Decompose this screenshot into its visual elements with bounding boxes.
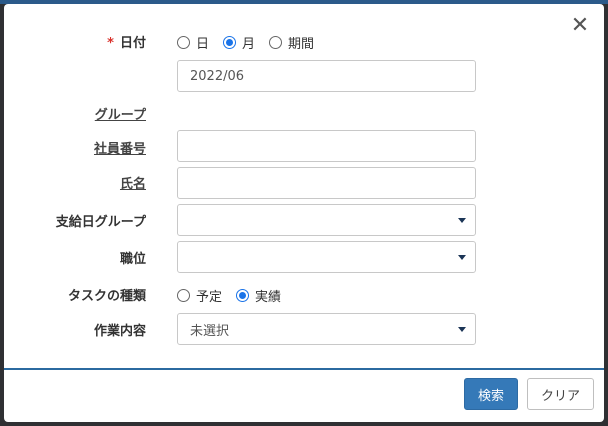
- position-select[interactable]: [177, 241, 476, 273]
- radio-period[interactable]: 期間: [269, 33, 314, 52]
- date-value: 2022/06: [190, 68, 245, 84]
- footer-divider: [4, 368, 604, 370]
- name-link[interactable]: 氏名: [120, 173, 146, 192]
- radio-plan-circle[interactable]: [177, 289, 190, 302]
- date-label-text: 日付: [119, 36, 146, 51]
- date-label: * 日付: [107, 32, 146, 51]
- radio-period-label: 期間: [288, 37, 315, 52]
- pay-group-select[interactable]: [177, 204, 476, 236]
- radio-actual-circle[interactable]: [236, 289, 250, 302]
- employee-no-input[interactable]: [177, 130, 476, 162]
- radio-month[interactable]: 月: [223, 33, 255, 52]
- chevron-down-icon: [458, 327, 466, 332]
- radio-plan[interactable]: 予定: [177, 286, 222, 305]
- radio-period-circle[interactable]: [269, 36, 283, 49]
- work-label: 作業内容: [93, 324, 146, 339]
- pay-group-label: 支給日グループ: [55, 215, 146, 230]
- radio-day-circle[interactable]: [177, 36, 190, 49]
- radio-actual[interactable]: 実績: [236, 286, 281, 305]
- work-value: 未選択: [190, 323, 230, 339]
- clear-button[interactable]: クリア: [527, 378, 594, 410]
- radio-month-label: 月: [242, 37, 256, 52]
- chevron-down-icon: [458, 218, 466, 223]
- radio-month-circle[interactable]: [223, 36, 237, 49]
- work-select[interactable]: 未選択: [177, 313, 476, 345]
- search-button[interactable]: 検索: [464, 378, 518, 410]
- date-mode-radio-group: 日 月 期間: [177, 33, 328, 52]
- position-label: 職位: [119, 252, 146, 267]
- employee-no-link[interactable]: 社員番号: [94, 138, 146, 157]
- task-type-radio-group: 予定 実績: [177, 286, 295, 305]
- chevron-down-icon: [458, 255, 466, 260]
- task-type-label: タスクの種類: [67, 289, 146, 304]
- name-input[interactable]: [177, 167, 476, 199]
- group-link[interactable]: グループ: [95, 104, 146, 123]
- required-mark: *: [107, 36, 114, 51]
- close-icon[interactable]: ✕: [570, 15, 590, 37]
- radio-plan-label: 予定: [196, 290, 223, 305]
- radio-actual-label: 実績: [255, 290, 282, 305]
- radio-day-label: 日: [196, 37, 210, 52]
- search-dialog: ✕ * 日付 日 月 期間 2022/06 グループ 社員番号 氏名 支給日グルー…: [4, 4, 604, 422]
- date-input[interactable]: 2022/06: [177, 60, 476, 92]
- radio-day[interactable]: 日: [177, 33, 209, 52]
